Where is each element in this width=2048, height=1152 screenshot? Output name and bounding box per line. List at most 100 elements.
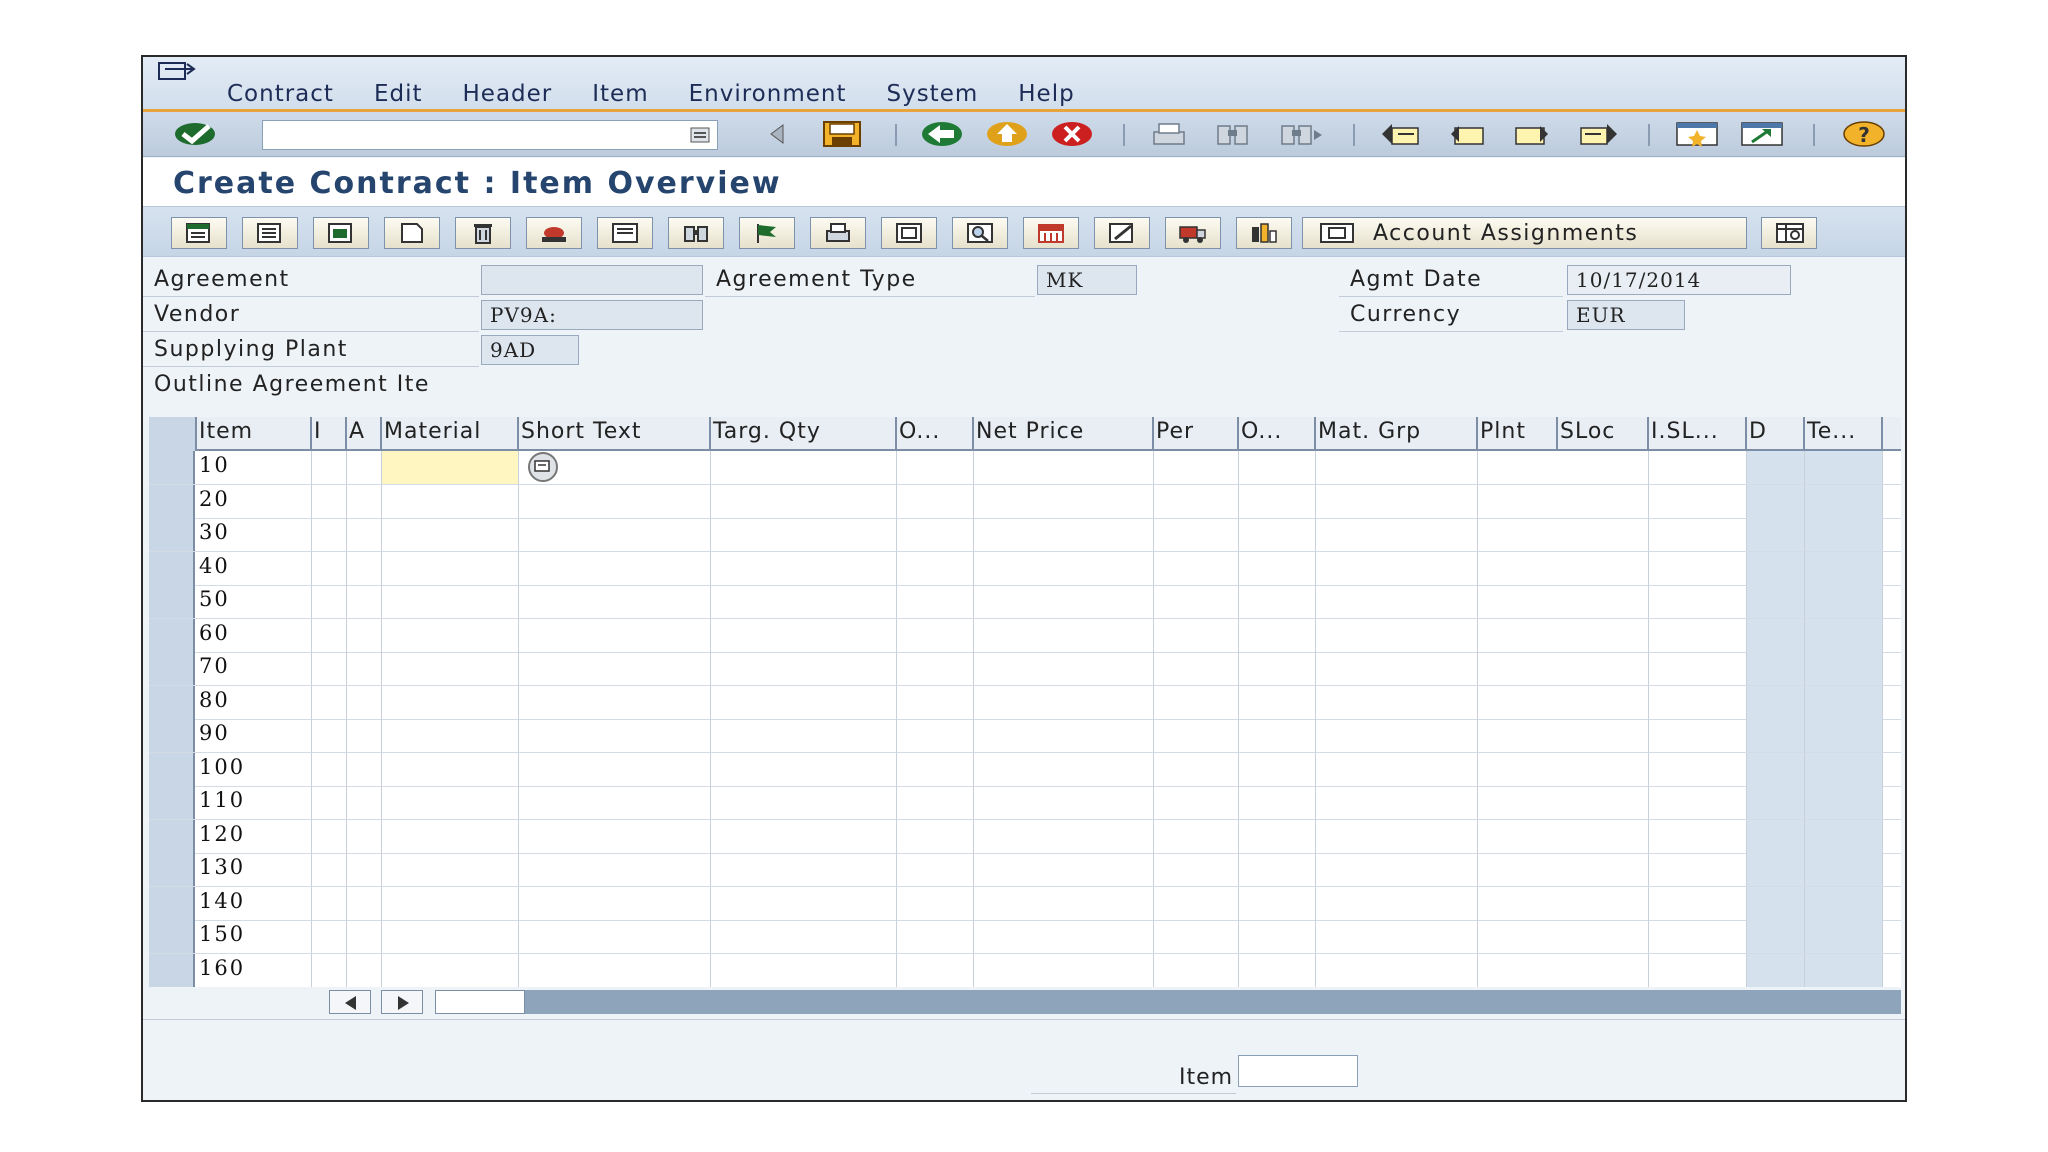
menu-help[interactable]: Help — [998, 81, 1094, 107]
table-cell[interactable] — [347, 920, 382, 953]
table-cell[interactable] — [1747, 786, 1805, 819]
status-button[interactable] — [739, 217, 795, 249]
table-cell[interactable] — [519, 484, 711, 518]
table-row[interactable]: 150 — [149, 920, 1901, 954]
table-cell[interactable] — [519, 920, 711, 953]
table-cell[interactable] — [974, 685, 1154, 719]
column-header-short-text[interactable]: Short Text — [519, 417, 711, 451]
configure-button[interactable] — [1761, 217, 1817, 249]
header-details-button[interactable] — [171, 217, 227, 249]
table-cell[interactable] — [347, 953, 382, 987]
table-cell[interactable] — [347, 819, 382, 853]
table-cell[interactable] — [1747, 484, 1805, 518]
table-cell[interactable] — [519, 752, 711, 786]
table-cell[interactable] — [1478, 485, 1558, 518]
table-cell[interactable] — [897, 719, 974, 752]
table-cell[interactable] — [974, 953, 1154, 987]
agmt-date-field[interactable]: 10/17/2014 — [1567, 265, 1791, 295]
table-cell[interactable] — [711, 886, 897, 920]
table-cell[interactable] — [347, 551, 382, 585]
table-cell[interactable] — [519, 819, 711, 853]
table-cell[interactable] — [1649, 786, 1747, 819]
table-cell[interactable] — [519, 652, 711, 685]
table-cell[interactable] — [1747, 920, 1805, 953]
table-cell[interactable] — [519, 953, 711, 987]
menu-header[interactable]: Header — [443, 81, 573, 107]
table-cell[interactable] — [1316, 920, 1478, 953]
table-cell[interactable] — [1239, 518, 1316, 551]
table-cell[interactable] — [1478, 585, 1558, 618]
row-selector[interactable] — [149, 819, 195, 853]
table-cell[interactable] — [1558, 618, 1649, 652]
table-cell[interactable] — [1239, 719, 1316, 752]
table-cell[interactable] — [347, 585, 382, 618]
print-icon[interactable] — [1148, 120, 1190, 148]
table-cell[interactable] — [1478, 552, 1558, 585]
table-cell[interactable] — [1239, 652, 1316, 685]
table-cell[interactable] — [1316, 786, 1478, 819]
table-cell[interactable] — [974, 585, 1154, 618]
table-cell[interactable] — [1558, 819, 1649, 853]
table-cell[interactable] — [1747, 819, 1805, 853]
table-cell[interactable] — [1239, 786, 1316, 819]
table-cell[interactable] — [1316, 518, 1478, 551]
table-cell[interactable] — [382, 585, 519, 618]
table-cell[interactable] — [897, 685, 974, 719]
table-cell[interactable] — [1478, 652, 1558, 685]
table-cell[interactable] — [1805, 618, 1883, 652]
table-cell[interactable] — [1478, 920, 1558, 953]
print-preview-button[interactable] — [810, 217, 866, 249]
column-header-te[interactable]: Te... — [1805, 417, 1883, 451]
table-cell[interactable] — [1316, 886, 1478, 920]
table-cell[interactable] — [1649, 518, 1747, 551]
table-cell[interactable] — [897, 585, 974, 618]
table-cell[interactable] — [974, 819, 1154, 853]
table-cell[interactable] — [1649, 752, 1747, 786]
table-cell[interactable] — [1558, 685, 1649, 719]
agreement-field[interactable] — [481, 265, 703, 295]
scroll-thumb[interactable] — [435, 990, 525, 1014]
table-cell[interactable] — [711, 786, 897, 819]
table-cell[interactable] — [1558, 853, 1649, 886]
item-position-field[interactable] — [1238, 1055, 1358, 1087]
table-cell[interactable] — [1478, 820, 1558, 853]
menu-contract[interactable]: Contract — [207, 81, 354, 107]
material-input-active[interactable] — [382, 451, 519, 484]
table-row[interactable]: 40 — [149, 551, 1901, 586]
table-cell[interactable] — [519, 719, 711, 752]
row-selector[interactable] — [149, 886, 195, 920]
edit-text-button[interactable] — [1094, 217, 1150, 249]
table-cell[interactable] — [519, 786, 711, 819]
table-cell[interactable] — [312, 585, 347, 618]
new-item-button[interactable] — [384, 217, 440, 249]
value-help-icon[interactable] — [519, 451, 567, 483]
row-selector[interactable] — [149, 786, 195, 819]
table-cell[interactable] — [1558, 886, 1649, 920]
first-page-icon[interactable] — [1378, 120, 1426, 148]
table-cell[interactable] — [1154, 920, 1239, 953]
table-cell[interactable] — [1154, 953, 1239, 987]
table-cell[interactable] — [1239, 886, 1316, 920]
table-cell[interactable] — [1154, 451, 1239, 484]
table-cell[interactable] — [382, 953, 519, 987]
table-cell[interactable] — [711, 719, 897, 752]
table-cell[interactable] — [1747, 618, 1805, 652]
table-cell[interactable] — [897, 652, 974, 685]
table-cell[interactable] — [1154, 585, 1239, 618]
zoom-button[interactable] — [952, 217, 1008, 249]
table-cell[interactable] — [382, 920, 519, 953]
table-cell[interactable] — [1316, 853, 1478, 886]
table-cell[interactable] — [1649, 484, 1747, 518]
select-all-cell[interactable] — [149, 417, 197, 451]
table-cell[interactable] — [1316, 551, 1478, 585]
table-cell[interactable] — [1747, 752, 1805, 786]
table-cell[interactable] — [382, 652, 519, 685]
table-cell[interactable] — [1316, 953, 1478, 987]
table-cell[interactable] — [347, 484, 382, 518]
table-cell[interactable] — [312, 685, 347, 719]
header-conditions-button[interactable] — [313, 217, 369, 249]
table-cell[interactable] — [711, 685, 897, 719]
table-cell[interactable] — [711, 484, 897, 518]
column-header-item[interactable]: Item — [197, 417, 312, 451]
table-cell[interactable] — [1805, 551, 1883, 585]
